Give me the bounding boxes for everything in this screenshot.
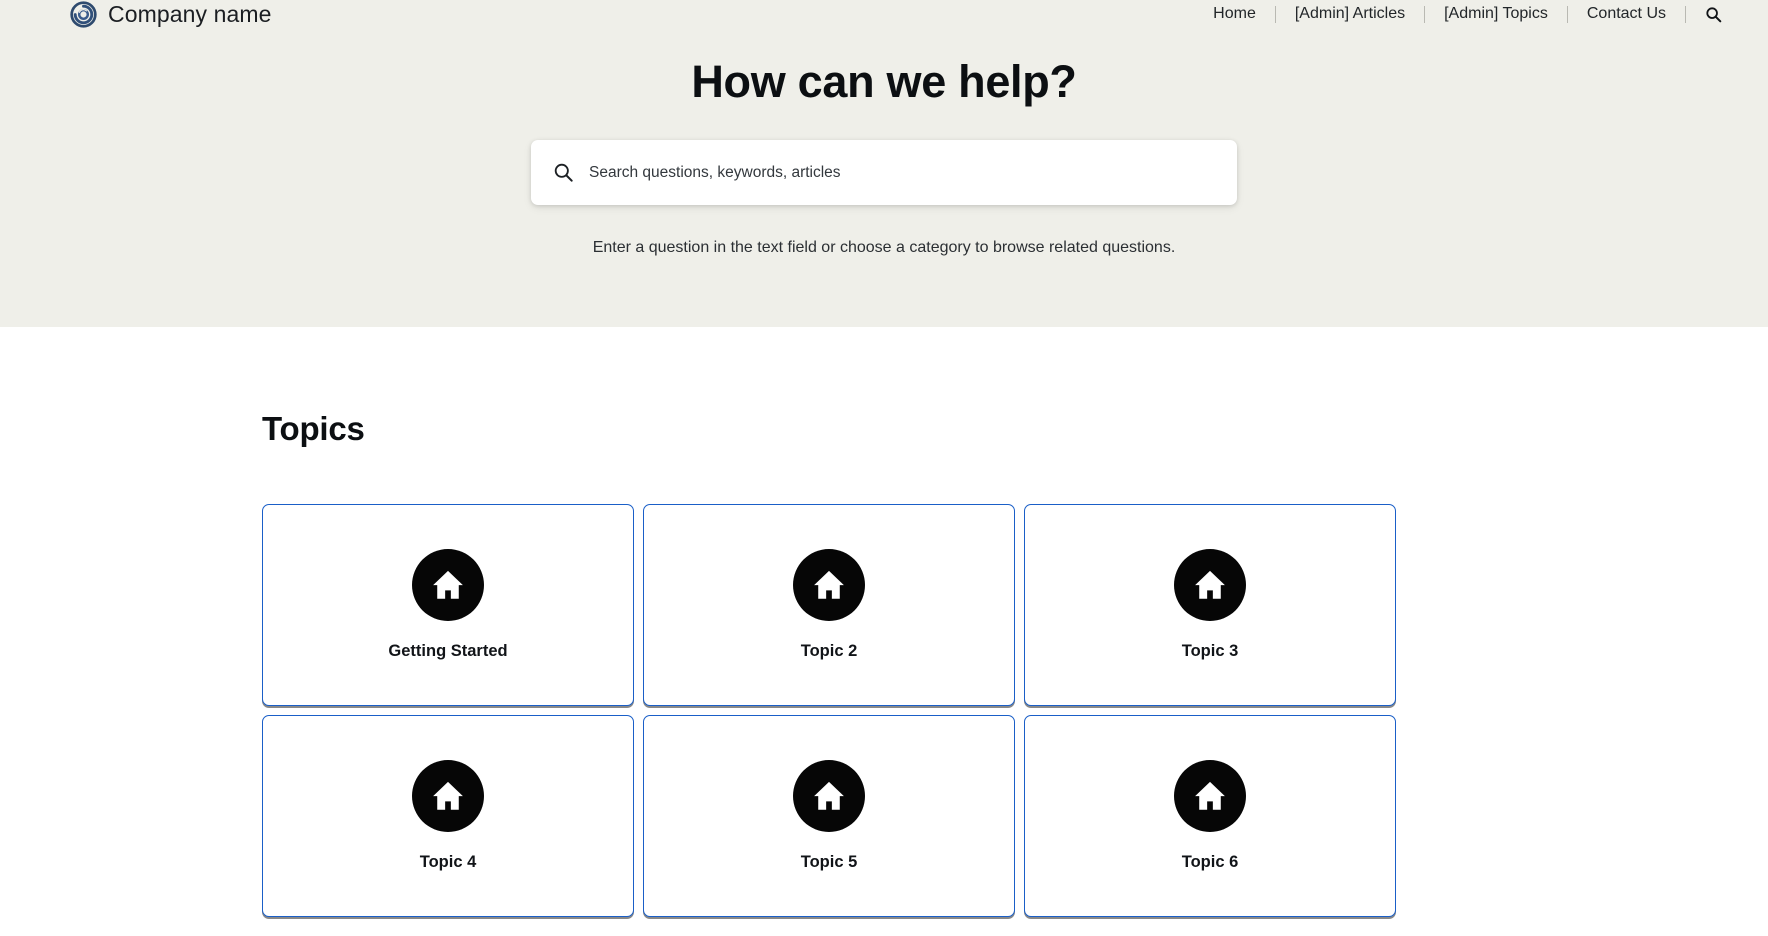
topic-card-label: Getting Started [388, 641, 508, 660]
circular-swirl-logo-icon [70, 1, 97, 28]
main-nav: Home [Admin] Articles [Admin] Topics Con… [1194, 0, 1734, 25]
nav-link-admin-articles[interactable]: [Admin] Articles [1276, 4, 1424, 24]
home-icon [433, 781, 463, 810]
nav-link-home[interactable]: Home [1194, 4, 1275, 24]
search-box[interactable] [531, 140, 1237, 205]
help-center-page: Company name Home [Admin] Articles [Admi… [0, 0, 1768, 936]
topics-heading: Topics [262, 410, 365, 447]
hero-section: Company name Home [Admin] Articles [Admi… [0, 0, 1768, 327]
topic-card[interactable]: Topic 2 [643, 504, 1015, 706]
home-icon-badge [1174, 548, 1246, 621]
search-input[interactable] [589, 140, 1215, 205]
brand[interactable]: Company name [70, 0, 272, 28]
home-icon [1195, 781, 1225, 810]
topic-card[interactable]: Topic 3 [1024, 504, 1396, 706]
topic-card[interactable]: Getting Started [262, 504, 634, 706]
search-icon [554, 163, 573, 182]
topic-card-label: Topic 5 [800, 852, 858, 871]
topics-section: Topics Getting Started Topic 2 Topic 3 T… [0, 327, 1768, 917]
topic-card-label: Topic 3 [1181, 641, 1239, 660]
topic-card[interactable]: Topic 4 [262, 715, 634, 917]
home-icon-badge [412, 759, 484, 832]
home-icon-badge [793, 548, 865, 621]
topic-grid: Getting Started Topic 2 Topic 3 Topic 4 … [262, 504, 1402, 917]
home-icon [814, 570, 844, 599]
brand-name: Company name [108, 1, 272, 27]
home-icon-badge [412, 548, 484, 621]
search-icon [1705, 6, 1721, 22]
page-title: How can we help? [691, 56, 1077, 107]
home-icon [1195, 570, 1225, 599]
nav-link-admin-topics[interactable]: [Admin] Topics [1425, 4, 1567, 24]
nav-link-contact-us[interactable]: Contact Us [1568, 4, 1685, 24]
top-navigation-bar: Company name Home [Admin] Articles [Admi… [0, 0, 1768, 34]
hero-subtitle: Enter a question in the text field or ch… [592, 239, 1176, 256]
home-icon [814, 781, 844, 810]
topic-card-label: Topic 2 [800, 641, 858, 660]
home-icon-badge [1174, 759, 1246, 832]
nav-search-button[interactable] [1696, 3, 1730, 25]
topic-card[interactable]: Topic 6 [1024, 715, 1396, 917]
search-wrapper [0, 140, 1768, 205]
topic-card[interactable]: Topic 5 [643, 715, 1015, 917]
topic-card-label: Topic 6 [1181, 852, 1239, 871]
nav-separator [1685, 5, 1686, 23]
home-icon [433, 570, 463, 599]
topic-card-label: Topic 4 [419, 852, 477, 871]
home-icon-badge [793, 759, 865, 832]
